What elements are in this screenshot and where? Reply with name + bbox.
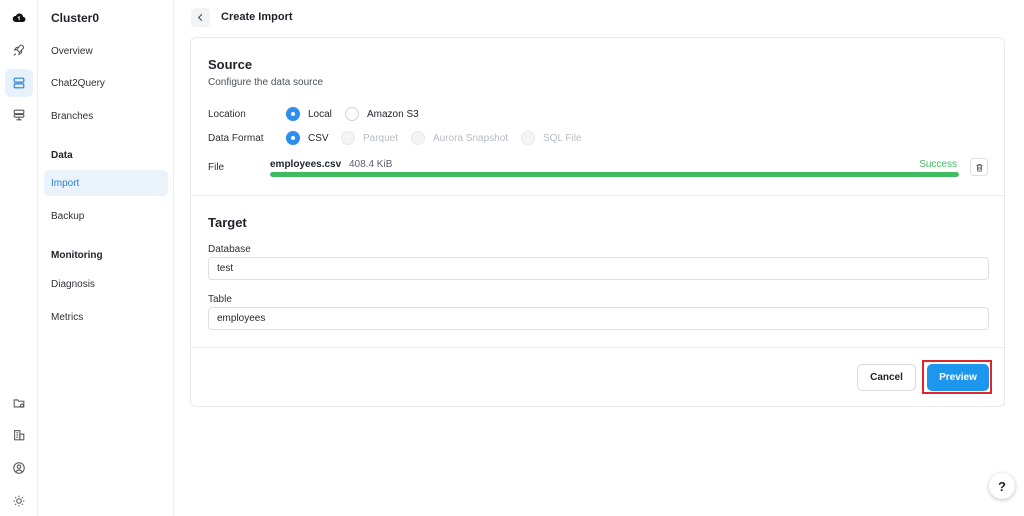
help-button[interactable]: ? xyxy=(989,473,1015,499)
format-radio-aurora-snapshot: Aurora Snapshot xyxy=(411,131,508,145)
delete-file-button[interactable] xyxy=(970,158,988,176)
radio-selected-indicator xyxy=(286,131,300,145)
back-button[interactable] xyxy=(191,8,210,27)
theme-sun-icon[interactable] xyxy=(5,487,33,515)
cluster-name[interactable]: Cluster0 xyxy=(51,11,99,25)
source-section-description: Configure the data source xyxy=(208,77,324,88)
sidebar-item-overview[interactable]: Overview xyxy=(44,38,168,64)
sidebar-item-backup[interactable]: Backup xyxy=(44,203,168,229)
target-section-title: Target xyxy=(208,215,247,230)
sidebar-section-monitoring: Monitoring xyxy=(51,250,103,261)
radio-unselected-indicator xyxy=(345,107,359,121)
folder-settings-icon[interactable] xyxy=(5,389,33,417)
user-account-icon[interactable] xyxy=(5,454,33,482)
upload-status: Success xyxy=(919,159,957,170)
import-form-card: Source Configure the data source Locatio… xyxy=(190,37,1005,407)
location-radio-amazon-s3[interactable]: Amazon S3 xyxy=(345,107,419,121)
source-section-title: Source xyxy=(208,57,253,72)
sidebar-section-data: Data xyxy=(51,150,73,161)
database-input[interactable]: test xyxy=(208,257,989,280)
chevron-left-icon xyxy=(197,13,203,22)
organization-icon[interactable] xyxy=(5,421,33,449)
upload-progress-bar xyxy=(270,172,959,177)
preview-button[interactable]: Preview xyxy=(927,364,989,391)
uploaded-file-name: employees.csv xyxy=(270,159,342,170)
format-radio-parquet: Parquet xyxy=(341,131,398,145)
page-title: Create Import xyxy=(221,11,293,23)
table-label: Table xyxy=(208,294,232,305)
rocket-icon[interactable] xyxy=(5,36,33,64)
sidebar-item-chat2query[interactable]: Chat2Query xyxy=(44,70,168,96)
radio-disabled-indicator xyxy=(411,131,425,145)
server-stack-icon[interactable] xyxy=(5,101,33,129)
sidebar-item-import[interactable]: Import xyxy=(44,170,168,196)
section-divider xyxy=(191,347,1004,348)
sidebar-item-metrics[interactable]: Metrics xyxy=(44,304,168,330)
radio-selected-indicator xyxy=(286,107,300,121)
database-label: Database xyxy=(208,244,251,255)
cloud-logo-icon[interactable] xyxy=(5,4,33,32)
location-label: Location xyxy=(208,109,246,120)
upload-progress-fill xyxy=(270,172,959,177)
icon-rail xyxy=(0,0,38,516)
radio-disabled-indicator xyxy=(521,131,535,145)
file-label: File xyxy=(208,162,225,173)
radio-disabled-indicator xyxy=(341,131,355,145)
sidebar-item-diagnosis[interactable]: Diagnosis xyxy=(44,271,168,297)
database-cluster-icon[interactable] xyxy=(5,69,33,97)
sidebar-item-branches[interactable]: Branches xyxy=(44,103,168,129)
cancel-button[interactable]: Cancel xyxy=(857,364,916,391)
uploaded-file-size: 408.4 KiB xyxy=(349,159,393,170)
cluster-sidebar: Cluster0 Overview Chat2Query Branches Da… xyxy=(38,0,174,516)
location-radio-local[interactable]: Local xyxy=(286,107,332,121)
section-divider xyxy=(191,195,1004,196)
trash-icon xyxy=(975,163,983,172)
format-radio-sql-file: SQL File xyxy=(521,131,582,145)
format-radio-csv[interactable]: CSV xyxy=(286,131,329,145)
data-format-label: Data Format xyxy=(208,133,264,144)
table-input[interactable]: employees xyxy=(208,307,989,330)
